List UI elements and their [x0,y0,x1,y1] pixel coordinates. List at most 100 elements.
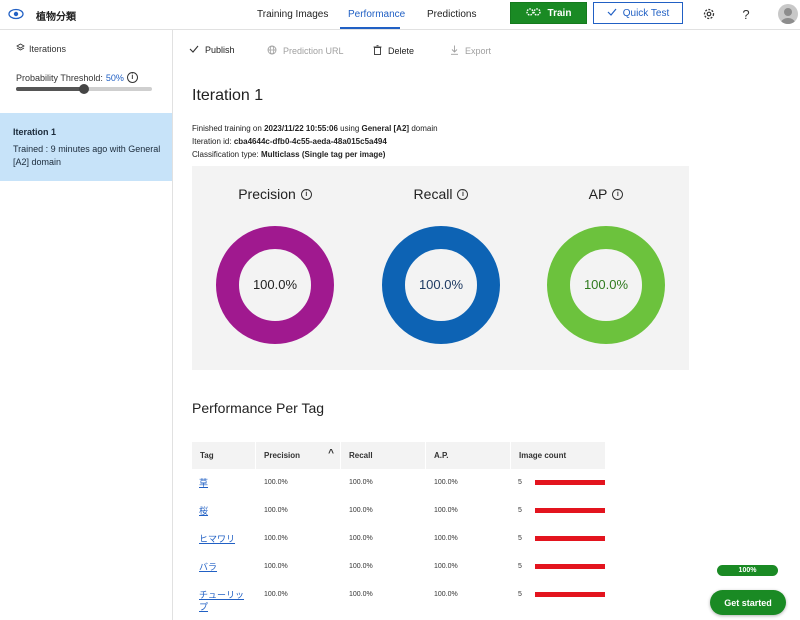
ap-metric: AP i 100.0% [523,166,689,370]
active-tab-underline [340,27,400,29]
column-tag[interactable]: Tag [192,442,255,469]
info-icon[interactable]: i [457,188,469,200]
cell-ap: 100.0% [434,591,458,598]
column-image-count[interactable]: Image count [511,442,605,469]
cell-precision: 100.0% [264,507,288,514]
cell-precision: 100.0% [264,563,288,570]
section-title: Performance Per Tag [192,400,325,416]
classification-type-label: Classification type: [192,150,259,159]
precision-value: 100.0% [252,277,298,292]
tag-link[interactable]: 桜 [199,505,249,517]
avatar[interactable] [778,4,798,24]
image-count-bar [535,564,605,569]
slider-thumb[interactable] [79,84,89,94]
eye-icon[interactable] [8,6,24,22]
get-started-button[interactable]: Get started [710,590,786,615]
metric-label: Recall i [358,186,524,202]
publish-button[interactable]: Publish [189,45,235,55]
precision-metric: Precision i 100.0% [192,166,358,370]
trash-icon [373,45,382,57]
cell-precision: 100.0% [264,535,288,542]
image-count-bar [535,508,605,513]
cell-recall: 100.0% [349,479,373,486]
publish-label: Publish [205,45,235,55]
delete-label: Delete [388,46,415,56]
cell-count: 5 [518,535,522,542]
metric-label: AP i [523,186,689,202]
finished-using: using [340,124,360,133]
tab-training-images[interactable]: Training Images [257,9,328,20]
tab-performance[interactable]: Performance [348,9,405,20]
cell-precision: 100.0% [264,479,288,486]
ap-label: AP [588,186,608,202]
classification-type-line: Classification type: Multiclass (Single … [192,150,385,159]
download-icon [450,45,459,57]
precision-label: Precision [238,186,296,202]
table-row: 草 100.0% 100.0% 100.0% 5 [192,470,605,498]
column-recall[interactable]: Recall [341,442,425,469]
export-button[interactable]: Export [450,45,491,57]
table-row: バラ 100.0% 100.0% 100.0% 5 [192,554,605,582]
cell-ap: 100.0% [434,535,458,542]
quick-test-label: Quick Test [622,7,670,19]
image-count-bar [535,480,605,485]
slider-fill [16,87,84,91]
help-icon[interactable]: ? [738,6,754,22]
tag-link[interactable]: 草 [199,477,249,489]
image-count-bar [535,536,605,541]
metrics-panel: Precision i 100.0% Recall i 100.0% AP i … [192,166,689,370]
project-name: 植物分類 [36,12,76,23]
column-ap[interactable]: A.P. [426,442,510,469]
metric-label: Precision i [192,186,358,202]
page-title: Iteration 1 [192,87,264,104]
info-icon[interactable]: i [126,72,138,83]
prediction-url-button[interactable]: Prediction URL [267,45,344,57]
cell-count: 5 [518,507,522,514]
checkmark-icon [607,8,617,19]
cell-recall: 100.0% [349,535,373,542]
sort-icon[interactable]: ^ [328,448,334,459]
table-row: 桜 100.0% 100.0% 100.0% 5 [192,498,605,526]
cell-count: 5 [518,563,522,570]
tab-predictions[interactable]: Predictions [427,9,476,20]
column-precision[interactable]: Precision ^ [256,442,340,469]
tag-link[interactable]: ヒマワリ [199,533,249,545]
layers-icon [16,43,25,54]
finished-date: 2023/11/22 10:55:06 [264,124,338,133]
iteration-item[interactable]: Iteration 1 Trained : 9 minutes ago with… [0,113,172,181]
gear-icon[interactable] [701,6,717,22]
tag-link[interactable]: チューリップ [199,589,249,613]
prediction-url-label: Prediction URL [283,46,344,56]
cell-ap: 100.0% [434,507,458,514]
info-icon[interactable]: i [300,188,312,200]
threshold-value: 50% [105,72,124,83]
recall-metric: Recall i 100.0% [358,166,524,370]
gears-icon [525,7,542,20]
checkmark-icon [189,45,199,55]
cell-precision: 100.0% [264,591,288,598]
train-label: Train [547,7,572,19]
tag-link[interactable]: バラ [199,561,249,573]
info-icon[interactable]: i [612,188,624,200]
train-button[interactable]: Train [510,2,587,24]
table-header: Tag Precision ^ Recall A.P. Image count [192,442,605,469]
table-row: チューリップ 100.0% 100.0% 100.0% 5 [192,582,605,620]
cell-ap: 100.0% [434,479,458,486]
cell-recall: 100.0% [349,591,373,598]
iteration-title: Iteration 1 [13,127,57,137]
delete-button[interactable]: Delete [373,45,414,57]
table-row: ヒマワリ 100.0% 100.0% 100.0% 5 [192,526,605,554]
classification-type: Multiclass (Single tag per image) [260,150,386,159]
image-count-bar [535,592,605,597]
training-info: Finished training on 2023/11/22 10:55:06… [192,124,438,133]
ap-value: 100.0% [583,277,629,292]
globe-icon [267,45,277,57]
quick-test-button[interactable]: Quick Test [593,2,683,24]
threshold-slider[interactable] [16,84,152,94]
finished-suffix: domain [411,124,438,133]
export-label: Export [465,46,492,56]
top-bar: 植物分類 Training Images Performance Predict… [0,0,800,30]
cell-recall: 100.0% [349,563,373,570]
progress-badge: 100% [717,565,778,576]
cell-recall: 100.0% [349,507,373,514]
